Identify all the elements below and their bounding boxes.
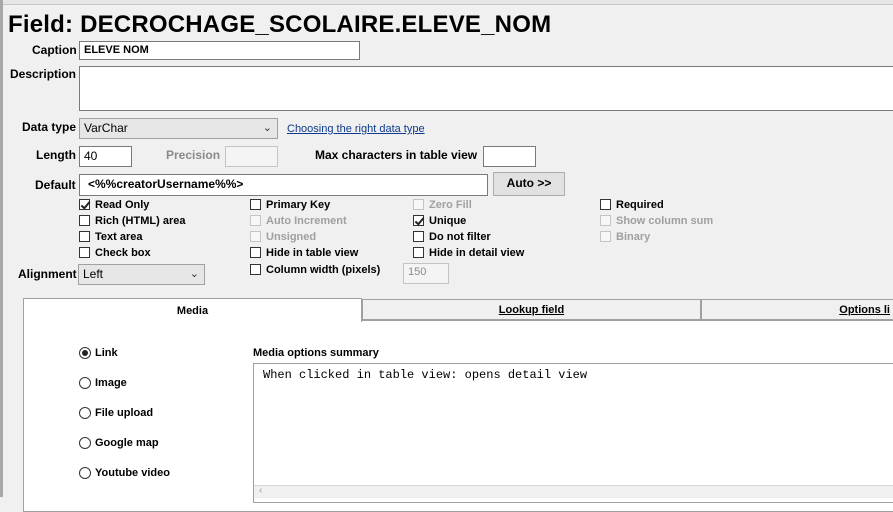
tab-media[interactable]: Media [23,298,362,322]
media-youtube-video-radio[interactable] [79,467,91,479]
required-label: Required [616,199,664,211]
alignment-value: Left [83,267,104,281]
data-type-select[interactable]: VarChar ⌄ [79,118,278,139]
tab-lookup-field-label: Lookup field [498,304,565,316]
zero-fill-label: Zero Fill [429,199,472,211]
alignment-label: Alignment [18,267,77,281]
precision-label: Precision [166,148,221,162]
show-sum-checkbox [600,215,611,226]
unsigned-checkbox [250,231,261,242]
caption-label: Caption [32,43,77,57]
rich-html-checkbox[interactable] [79,215,90,226]
check-box-label: Check box [95,247,151,259]
media-google-map-radio[interactable] [79,437,91,449]
max-chars-label: Max characters in table view [315,148,478,162]
hide-table-checkbox[interactable] [250,247,261,258]
chevron-down-icon: ⌄ [262,122,272,134]
check-box-checkbox[interactable] [79,247,90,258]
tab-options[interactable]: Options li [701,299,893,320]
unique-checkbox[interactable] [413,215,424,226]
alignment-select[interactable]: Left ⌄ [78,264,205,285]
primary-key-label: Primary Key [266,199,331,211]
data-type-label: Data type [22,120,77,134]
media-image-radio[interactable] [79,377,91,389]
max-chars-input[interactable] [483,146,536,167]
caption-input[interactable]: ELEVE NOM [79,41,360,60]
column-width-input: 150 [403,263,449,284]
media-file-upload-label: File upload [95,407,154,419]
media-summary-text: When clicked in table view: opens detail… [263,368,588,382]
hide-detail-checkbox[interactable] [413,247,424,258]
media-summary-box[interactable]: When clicked in table view: opens detail… [253,363,893,503]
length-input[interactable]: 40 [79,146,132,167]
auto-increment-label: Auto Increment [266,215,347,227]
text-area-checkbox[interactable] [79,231,90,242]
binary-checkbox [600,231,611,242]
auto-increment-checkbox [250,215,261,226]
default-input[interactable]: <%%creatorUsername%%> [79,174,488,196]
rich-html-label: Rich (HTML) area [95,215,186,227]
tab-options-label: Options li [839,304,890,316]
horizontal-scrollbar[interactable]: ‹ [254,485,893,498]
hide-table-label: Hide in table view [266,247,359,259]
binary-label: Binary [616,231,651,243]
data-type-help-link[interactable]: Choosing the right data type [287,123,425,135]
primary-key-checkbox[interactable] [250,199,261,210]
media-summary-label: Media options summary [253,347,379,359]
auto-button[interactable]: Auto >> [493,172,565,196]
read-only-checkbox[interactable] [79,199,90,210]
media-youtube-video-label: Youtube video [95,467,170,479]
media-image-label: Image [95,377,127,389]
media-link-label: Link [95,347,118,359]
column-width-checkbox[interactable] [250,264,261,275]
unique-label: Unique [429,215,467,227]
zero-fill-checkbox [413,199,424,210]
description-input[interactable] [79,66,893,111]
read-only-label: Read Only [95,199,150,211]
description-label: Description [10,67,77,81]
page-title: Field: DECROCHAGE_SCOLAIRE.ELEVE_NOM [8,11,552,38]
default-label: Default [35,178,76,192]
scroll-left-icon[interactable]: ‹ [259,485,262,496]
tab-lookup-field[interactable]: Lookup field [362,299,701,320]
length-label: Length [36,148,76,162]
show-sum-label: Show column sum [616,215,714,227]
media-link-radio[interactable] [79,347,91,359]
data-type-value: VarChar [84,121,128,135]
left-border [0,0,3,497]
media-google-map-label: Google map [95,437,159,449]
text-area-label: Text area [95,231,143,243]
media-file-upload-radio[interactable] [79,407,91,419]
unsigned-label: Unsigned [266,231,317,243]
required-checkbox[interactable] [600,199,611,210]
precision-input [225,146,278,167]
not-filter-label: Do not filter [429,231,491,243]
hide-detail-label: Hide in detail view [429,247,525,259]
not-filter-checkbox[interactable] [413,231,424,242]
chevron-down-icon: ⌄ [189,268,199,280]
top-border [0,0,893,5]
column-width-label: Column width (pixels) [266,264,381,276]
